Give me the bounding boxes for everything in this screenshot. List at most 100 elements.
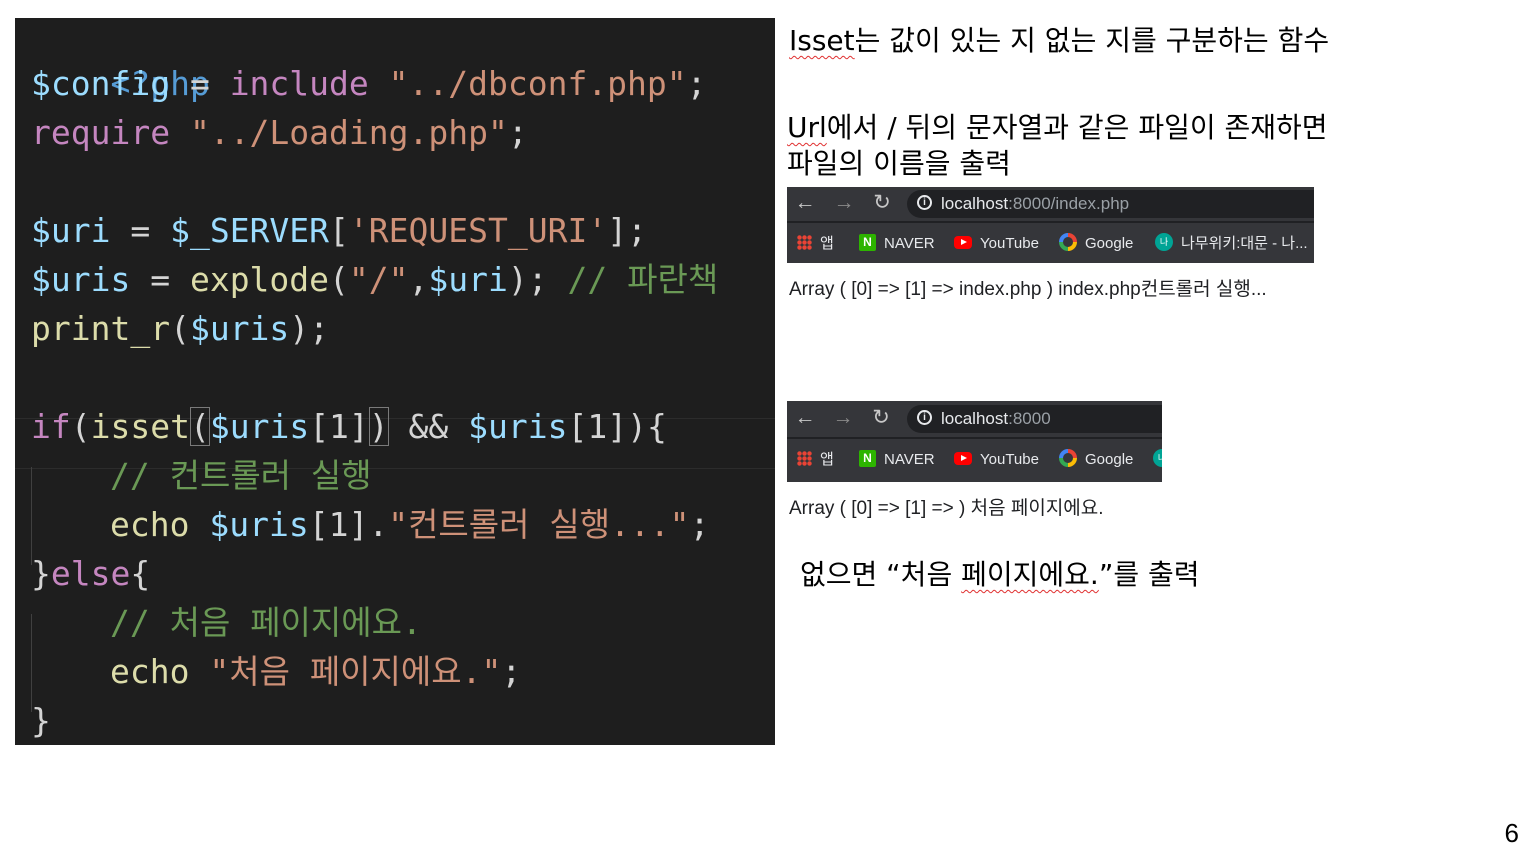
code-token: ) <box>289 309 310 348</box>
code-token: 'REQUEST_URI' <box>348 211 608 250</box>
code-comment: // 컨트롤러 실행 <box>110 456 372 495</box>
code-token: ; <box>527 260 568 299</box>
apps-grid-icon <box>797 234 812 250</box>
toolbar: ← → ↻ i localhost:8000/index.php <box>787 187 1314 221</box>
note-text: 에서 / 뒤의 문자열과 같은 파일이 존재하면 <box>826 111 1328 144</box>
bookmarks-bar: 앱 N NAVER YouTube Google 나 나무위키:대문 - 나... <box>787 223 1314 263</box>
forward-arrow-icon[interactable]: → <box>831 406 855 430</box>
code-token: ; <box>686 64 707 103</box>
reload-icon[interactable]: ↻ <box>870 191 894 215</box>
address-bar[interactable]: i localhost:8000 <box>907 405 1162 433</box>
code-token: require <box>31 113 171 152</box>
code-token: explode <box>189 260 330 299</box>
code-token: ( <box>170 309 190 348</box>
code-token: "/" <box>348 260 409 299</box>
note-text: ”를 출력 <box>1098 558 1200 591</box>
bookmark-youtube[interactable]: YouTube <box>954 233 1039 255</box>
code-token: if <box>31 407 71 446</box>
code-token: $uris <box>468 407 568 446</box>
bookmark-apps[interactable]: 앱 <box>797 449 834 471</box>
code-token: $config <box>31 64 171 103</box>
code-comment: // 파란책 <box>567 260 719 299</box>
spellcheck-word: 페이지에요. <box>961 558 1099 591</box>
code-line-13: } <box>31 696 51 745</box>
code-comment: // 처음 페이지에요. <box>110 603 422 642</box>
bookmark-youtube[interactable]: YouTube <box>954 449 1039 471</box>
code-token: ( <box>70 407 91 446</box>
code-token: $uris <box>31 260 131 299</box>
code-line-9: echo $uris[1]."컨트롤러 실행..."; <box>110 500 709 549</box>
code-token: echo <box>110 652 190 691</box>
code-token: ) <box>627 407 647 446</box>
code-token: } <box>31 701 51 740</box>
code-token: ) <box>507 260 528 299</box>
code-token: ] <box>607 211 628 250</box>
bookmark-label: 앱 <box>820 235 834 252</box>
code-token: "../dbconf.php" <box>388 64 687 103</box>
google-icon <box>1059 233 1077 252</box>
code-line-1: <?php <box>31 18 209 103</box>
bookmark-naver[interactable]: N NAVER <box>859 449 935 471</box>
bookmark-label: 앱 <box>820 451 834 468</box>
code-token: $uri <box>31 211 111 250</box>
bookmark-namu[interactable]: 나 <box>1153 449 1162 471</box>
matching-bracket: ( <box>189 407 210 446</box>
back-arrow-icon[interactable]: ← <box>793 406 817 430</box>
bookmark-label: NAVER <box>884 451 935 468</box>
code-token: = <box>110 211 171 250</box>
matching-bracket: ) <box>368 407 389 446</box>
address-bar[interactable]: i localhost:8000/index.php <box>907 190 1314 218</box>
bookmark-label: Google <box>1085 451 1134 468</box>
code-editor-panel: <?php $config = include "../dbconf.php";… <box>15 18 775 745</box>
code-line-5: $uris = explode("/",$uri); // 파란책 <box>31 255 718 304</box>
code-line-10: }else{ <box>31 549 150 598</box>
slide-page-number: 6 <box>1504 818 1519 848</box>
bookmark-label: 나무위키:대문 - 나... <box>1181 235 1308 252</box>
page-output-2: Array ( [0] => [1] => ) 처음 페이지에요. <box>789 498 1104 519</box>
bookmark-naver[interactable]: N NAVER <box>859 233 935 255</box>
code-token: } <box>31 554 51 593</box>
code-line-8: // 컨트롤러 실행 <box>110 451 372 500</box>
bookmark-label: Google <box>1085 235 1134 252</box>
code-token: { <box>646 407 667 446</box>
code-token: . <box>368 505 389 544</box>
reload-icon[interactable]: ↻ <box>869 406 893 430</box>
namu-icon: 나 <box>1153 449 1162 468</box>
code-line-3: require "../Loading.php"; <box>31 108 528 157</box>
url-host: localhost <box>941 194 1009 213</box>
apps-grid-icon <box>797 450 812 466</box>
info-icon[interactable]: i <box>917 195 932 210</box>
bookmark-namu[interactable]: 나 나무위키:대문 - 나... <box>1155 233 1308 255</box>
code-token: isset <box>90 407 190 446</box>
bookmark-google[interactable]: Google <box>1059 449 1133 471</box>
forward-arrow-icon[interactable]: → <box>832 191 856 215</box>
code-token: [1] <box>567 407 628 446</box>
code-token: ; <box>309 309 330 348</box>
page-output-1: Array ( [0] => [1] => index.php ) index.… <box>789 279 1267 300</box>
code-token: { <box>130 554 151 593</box>
code-token: && <box>388 407 469 446</box>
naver-icon: N <box>859 449 876 467</box>
youtube-icon <box>954 235 972 249</box>
code-token: print_r <box>31 309 171 348</box>
code-token: $uris <box>209 407 310 446</box>
code-token: include <box>229 64 369 103</box>
info-icon[interactable]: i <box>917 410 932 425</box>
code-token: else <box>50 554 131 593</box>
bookmark-google[interactable]: Google <box>1059 233 1133 255</box>
spellcheck-word: Url <box>787 111 827 144</box>
code-token: , <box>408 260 429 299</box>
bookmark-apps[interactable]: 앱 <box>797 233 834 255</box>
naver-icon: N <box>859 233 876 251</box>
bookmarks-bar: 앱 N NAVER YouTube Google 나 <box>787 439 1162 482</box>
back-arrow-icon[interactable]: ← <box>793 191 817 215</box>
youtube-icon <box>954 451 972 465</box>
note-text: 없으면 “처음 <box>800 558 962 591</box>
code-line-4: $uri = $_SERVER['REQUEST_URI']; <box>31 206 647 255</box>
browser-screenshot-1: ← → ↻ i localhost:8000/index.php 앱 N NAVE… <box>787 187 1314 263</box>
code-token: = <box>130 260 190 299</box>
